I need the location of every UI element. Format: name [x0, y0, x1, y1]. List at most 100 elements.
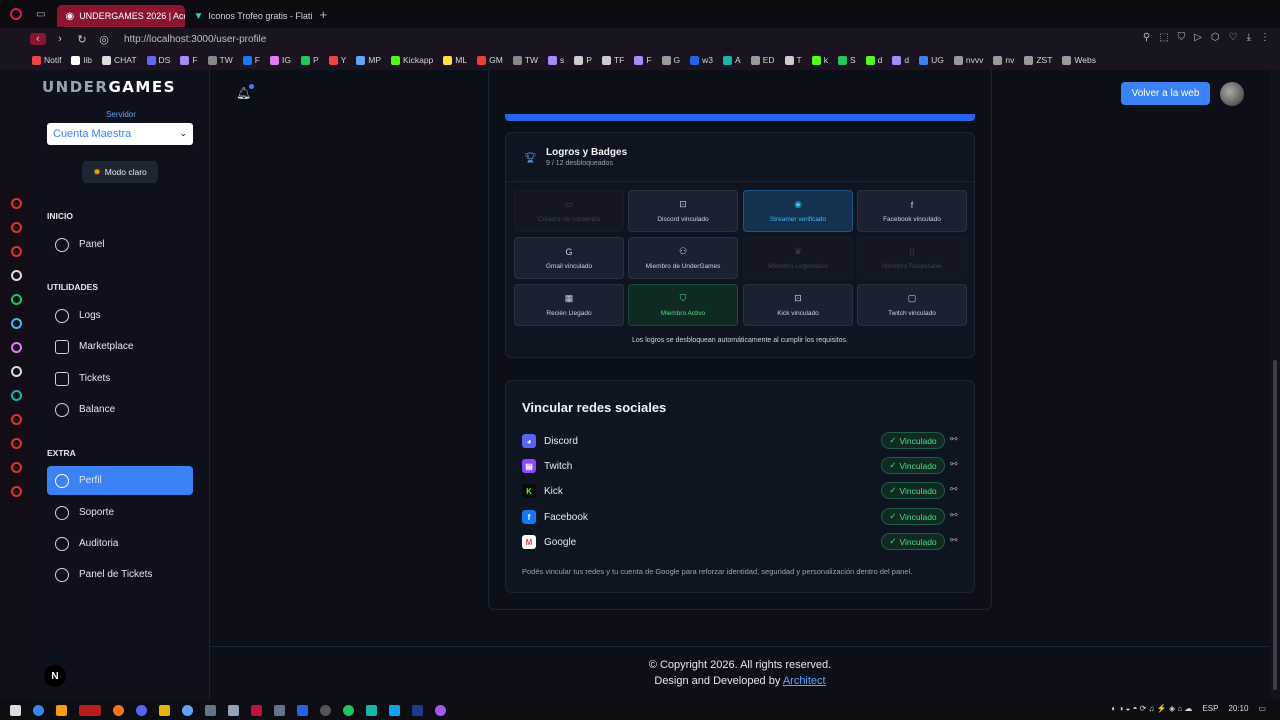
tab-flaticon[interactable]: ▼ Iconos Trofeo gratis - Flati: [185, 5, 313, 27]
screenshot-icon[interactable]: ⬚: [1159, 32, 1168, 43]
bookmark-item[interactable]: TF: [601, 55, 624, 65]
opera-icon[interactable]: [10, 8, 22, 20]
bookmark-item[interactable]: s: [548, 55, 564, 65]
bookmark-item[interactable]: Notif: [32, 55, 61, 65]
sidebar-item-soporte[interactable]: Soporte: [47, 498, 193, 527]
scrollbar[interactable]: [1270, 70, 1280, 700]
clock[interactable]: 20:10: [1228, 704, 1248, 713]
app-icon[interactable]: [389, 704, 400, 716]
start-icon[interactable]: [10, 704, 21, 716]
unlink-icon[interactable]: ⚯: [950, 535, 958, 546]
sidebar-item-tickets[interactable]: Tickets: [47, 364, 193, 393]
sidebar-item-panel-tickets[interactable]: Panel de Tickets: [47, 560, 193, 589]
telegram-icon[interactable]: [10, 318, 22, 329]
avatar[interactable]: [1220, 82, 1244, 106]
light-mode-button[interactable]: ✹ Modo claro: [82, 161, 158, 183]
bookmark-item[interactable]: A: [723, 55, 741, 65]
app-icon[interactable]: [205, 704, 216, 716]
bookmark-item[interactable]: MP: [356, 55, 381, 65]
sidebar-item-perfil[interactable]: Perfil: [47, 466, 193, 495]
unlink-icon[interactable]: ⚯: [950, 484, 958, 495]
app-icon[interactable]: [182, 704, 193, 716]
bookmark-item[interactable]: DS: [146, 55, 170, 65]
app-icon[interactable]: [251, 704, 262, 716]
reload-icon[interactable]: ↻: [74, 33, 90, 46]
chatgpt-icon[interactable]: [10, 270, 22, 281]
language-indicator[interactable]: ESP: [1202, 704, 1218, 713]
menu-icon[interactable]: ⋮: [1260, 32, 1270, 43]
extensions-icon[interactable]: ⬡: [1211, 32, 1220, 43]
scrollbar-thumb[interactable]: [1273, 360, 1277, 690]
new-tab-button[interactable]: +: [319, 7, 327, 22]
photoshop-icon[interactable]: [412, 704, 423, 716]
sidebar-item-marketplace[interactable]: Marketplace: [47, 332, 193, 361]
bookmark-item[interactable]: IG: [269, 55, 291, 65]
bookmark-item[interactable]: TW: [512, 55, 538, 65]
discord-icon[interactable]: [136, 704, 147, 716]
download-icon[interactable]: ⤓: [1247, 32, 1251, 43]
tabs-menu-icon[interactable]: ▭: [36, 9, 45, 20]
bookmark-item[interactable]: CHAT: [102, 55, 137, 65]
play-icon[interactable]: ▷: [1194, 32, 1202, 43]
extensions-icon[interactable]: [10, 462, 22, 473]
bookmark-item[interactable]: TW: [207, 55, 233, 65]
whatsapp-icon[interactable]: [10, 294, 22, 305]
unlink-icon[interactable]: ⚯: [950, 434, 958, 445]
bookmark-item[interactable]: F: [242, 55, 260, 65]
unlink-icon[interactable]: ⚯: [950, 459, 958, 470]
bookmark-item[interactable]: T: [784, 55, 802, 65]
unlink-icon[interactable]: ⚯: [950, 510, 958, 521]
sidebar-app-icon[interactable]: [10, 198, 22, 209]
bookmark-item[interactable]: GM: [477, 55, 503, 65]
pin-icon[interactable]: ⚲: [1143, 32, 1150, 43]
bookmark-item[interactable]: S: [837, 55, 856, 65]
sidebar-item-panel[interactable]: Panel: [47, 230, 193, 259]
bookmark-item[interactable]: lib: [71, 55, 92, 65]
settings-icon[interactable]: [10, 486, 22, 497]
sidebar-app-icon[interactable]: [10, 246, 22, 257]
spotify-icon[interactable]: [343, 704, 354, 716]
bookmark-item[interactable]: Kickapp: [391, 55, 433, 65]
discord-icon[interactable]: [10, 366, 22, 377]
app-icon[interactable]: [320, 704, 331, 716]
tab-undergames[interactable]: ◉ UNDERGAMES 2026 | Acc: [57, 5, 186, 27]
player-icon[interactable]: [10, 414, 22, 425]
architect-link[interactable]: Architect: [783, 675, 826, 687]
bookmark-item[interactable]: F: [180, 55, 198, 65]
app-icon[interactable]: [56, 704, 67, 716]
bookmark-item[interactable]: k: [811, 55, 828, 65]
bookmark-item[interactable]: G: [661, 55, 680, 65]
bookmark-item[interactable]: Webs: [1062, 55, 1096, 65]
back-arrow-icon[interactable]: ‹: [30, 33, 46, 45]
bookmark-item[interactable]: nvvv: [953, 55, 983, 65]
vscode-icon[interactable]: [297, 704, 308, 716]
notifications-icon[interactable]: ▭: [1258, 704, 1266, 713]
instagram-icon[interactable]: [10, 342, 22, 353]
back-to-web-button[interactable]: Volver a la web: [1121, 82, 1210, 105]
app-icon[interactable]: [435, 704, 446, 716]
server-select[interactable]: Cuenta Maestra ⌄: [47, 123, 193, 145]
bookmark-item[interactable]: ZST: [1024, 55, 1052, 65]
app-icon[interactable]: [228, 704, 239, 716]
bookmark-item[interactable]: nv: [993, 55, 1014, 65]
folder-icon[interactable]: [159, 704, 170, 716]
bookmark-item[interactable]: d: [865, 55, 882, 65]
opera-taskbar-icon[interactable]: [79, 704, 101, 716]
tray-icons[interactable]: ◐ ◑ ◒ ◓ ⟳ ♫ ⚡ ◈ ⌂ ☁: [1111, 704, 1192, 713]
bookmark-item[interactable]: ML: [443, 55, 467, 65]
sidebar-item-logs[interactable]: Logs: [47, 301, 193, 330]
shield-icon[interactable]: ⛉: [1178, 32, 1186, 43]
app-icon[interactable]: [33, 704, 44, 716]
url-input[interactable]: http://localhost:3000/user-profile: [124, 34, 266, 45]
firefox-icon[interactable]: [113, 704, 124, 716]
bookmark-item[interactable]: P: [300, 55, 319, 65]
bookmark-item[interactable]: F: [634, 55, 652, 65]
bookmark-item[interactable]: ED: [750, 55, 775, 65]
history-icon[interactable]: [10, 438, 22, 449]
sidebar-app-icon[interactable]: [10, 390, 22, 401]
heart-icon[interactable]: ♡: [1229, 32, 1238, 43]
forward-arrow-icon[interactable]: ›: [52, 33, 68, 45]
sidebar-item-balance[interactable]: Balance: [47, 395, 193, 424]
app-icon[interactable]: [366, 704, 377, 716]
sidebar-item-auditoria[interactable]: Auditoria: [47, 529, 193, 558]
